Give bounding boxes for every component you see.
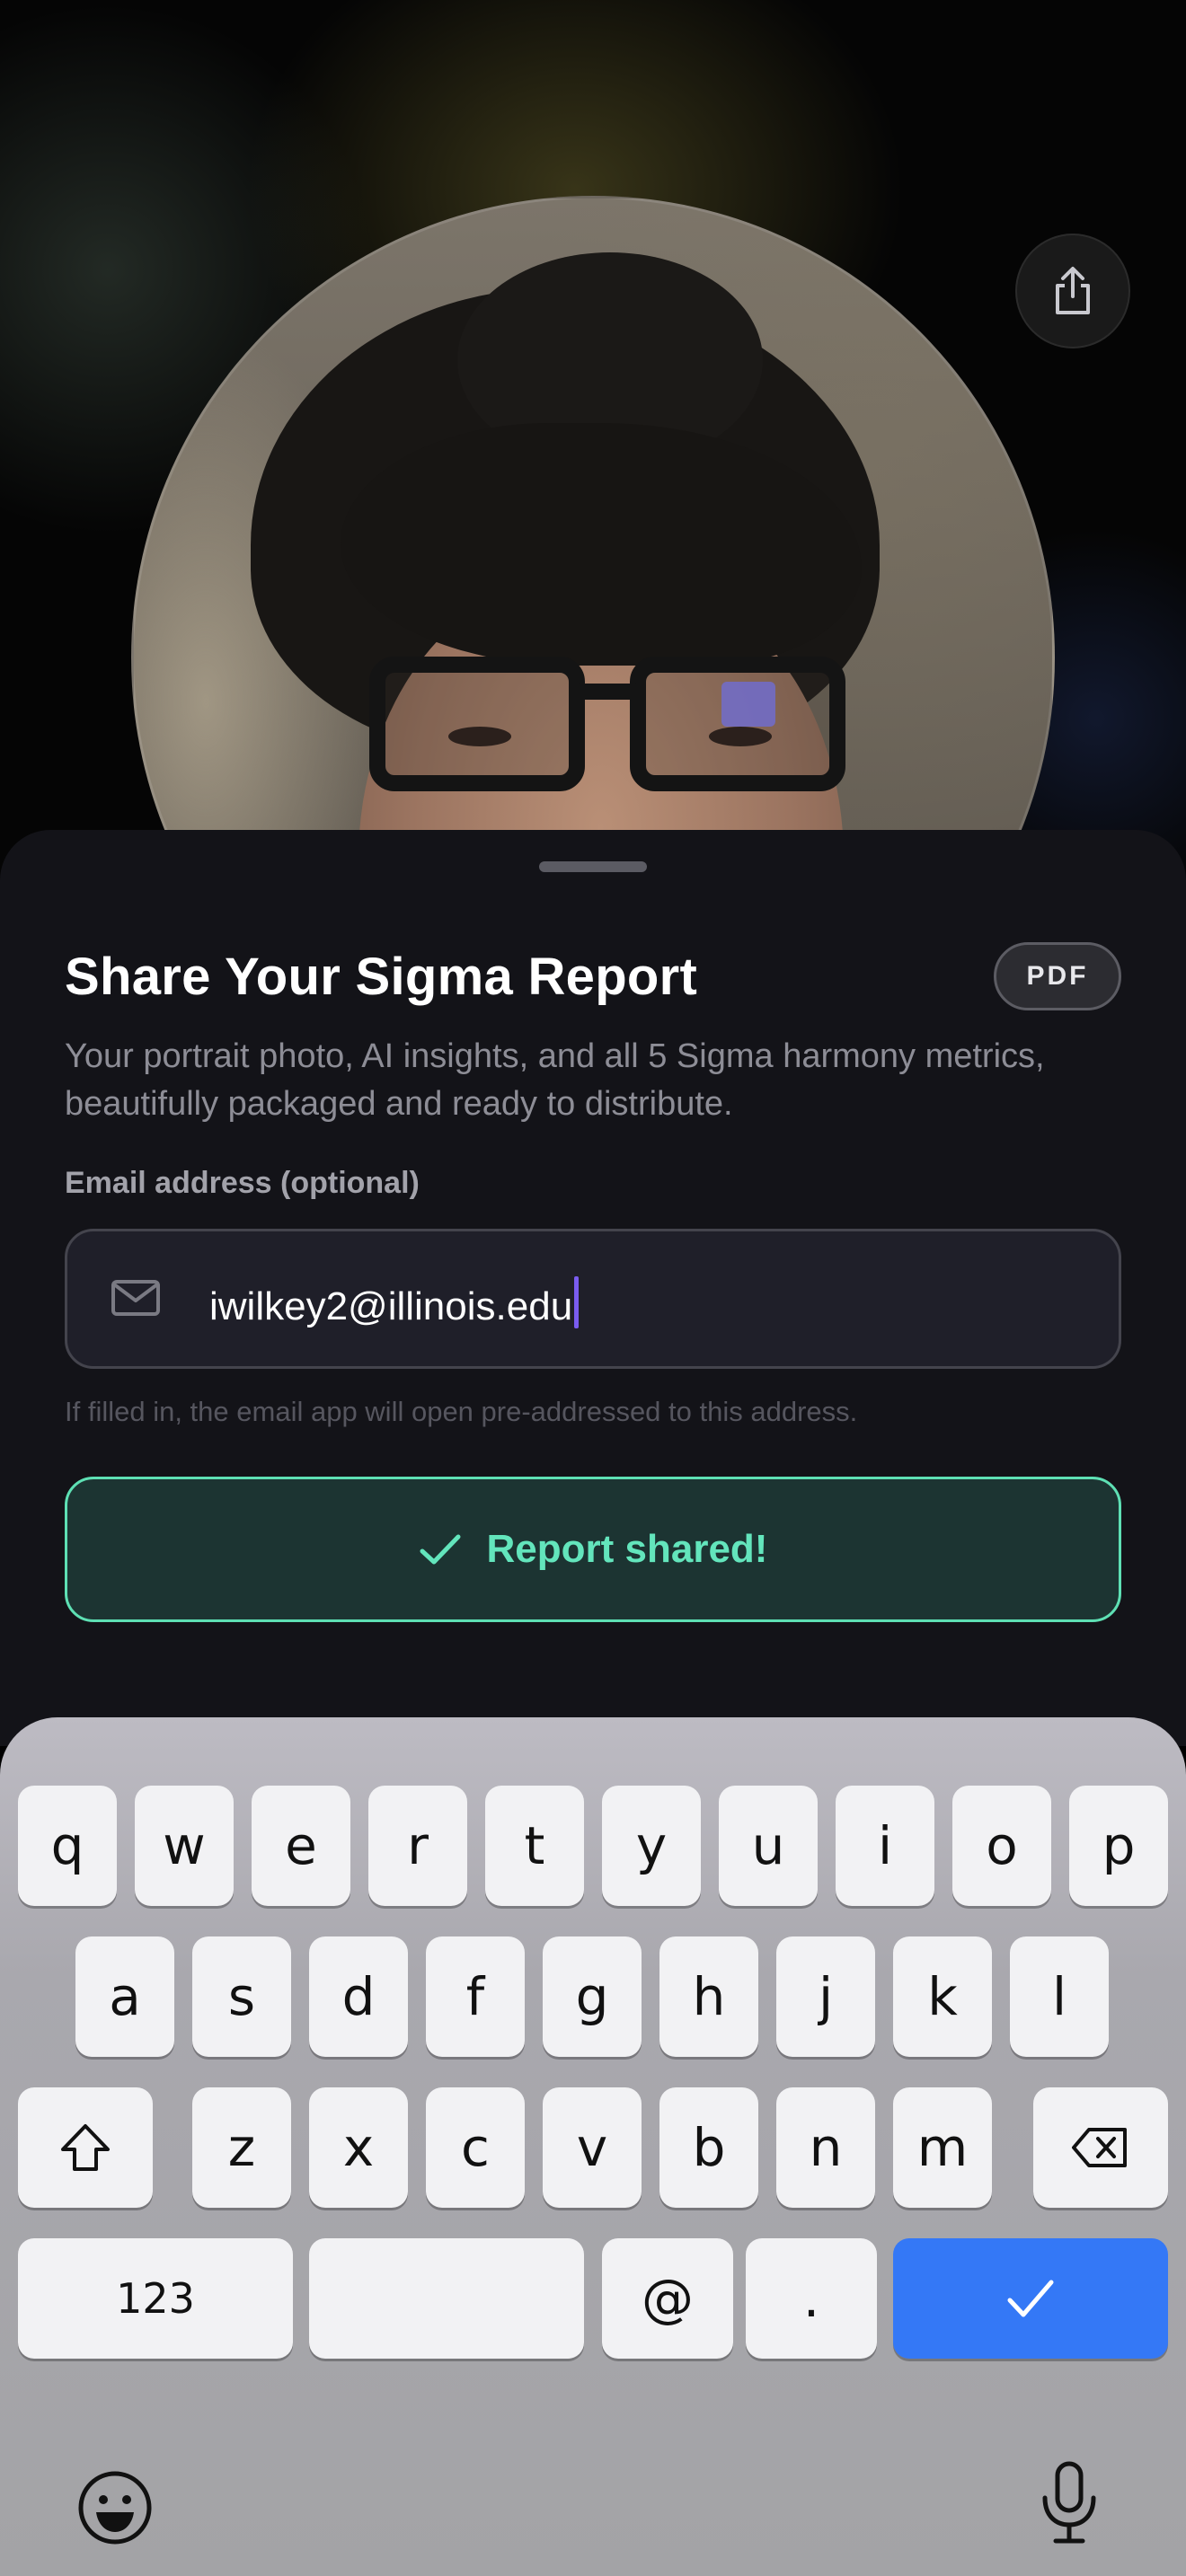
email-field[interactable]: iwilkey2@illinois.edu bbox=[65, 1229, 1121, 1369]
key-h[interactable]: h bbox=[659, 1936, 758, 2057]
email-label: Email address (optional) bbox=[65, 1166, 420, 1200]
key-o[interactable]: o bbox=[952, 1786, 1051, 1906]
email-hint: If filled in, the email app will open pr… bbox=[65, 1396, 858, 1427]
key-c[interactable]: c bbox=[426, 2087, 525, 2208]
microphone-icon bbox=[1042, 2461, 1096, 2544]
text-caret bbox=[574, 1276, 580, 1328]
key-r[interactable]: r bbox=[368, 1786, 467, 1906]
key-p[interactable]: p bbox=[1069, 1786, 1168, 1906]
space-key[interactable] bbox=[309, 2238, 584, 2359]
key-y[interactable]: y bbox=[602, 1786, 701, 1906]
delete-key[interactable] bbox=[1033, 2087, 1168, 2208]
report-shared-button[interactable]: Report shared! bbox=[65, 1477, 1121, 1622]
backspace-icon bbox=[1072, 2128, 1127, 2167]
shift-key[interactable] bbox=[18, 2087, 153, 2208]
key-k[interactable]: k bbox=[893, 1936, 992, 2057]
key-b[interactable]: b bbox=[659, 2087, 758, 2208]
key-i[interactable]: i bbox=[836, 1786, 934, 1906]
shift-icon bbox=[61, 2124, 110, 2171]
key-t[interactable]: t bbox=[485, 1786, 584, 1906]
key-j[interactable]: j bbox=[776, 1936, 875, 2057]
dot-key[interactable]: . bbox=[746, 2238, 877, 2359]
key-d[interactable]: d bbox=[309, 1936, 408, 2057]
mail-icon bbox=[111, 1280, 160, 1316]
checkmark-icon bbox=[1007, 2280, 1054, 2317]
sheet-description: Your portrait photo, AI insights, and al… bbox=[65, 1037, 1045, 1123]
key-n[interactable]: n bbox=[776, 2087, 875, 2208]
key-x[interactable]: x bbox=[309, 2087, 408, 2208]
key-q[interactable]: q bbox=[18, 1786, 117, 1906]
email-input-value: iwilkey2@illinois.edu bbox=[209, 1284, 573, 1328]
key-l[interactable]: l bbox=[1010, 1936, 1109, 2057]
emoji-icon bbox=[78, 2471, 152, 2545]
report-shared-label: Report shared! bbox=[486, 1527, 768, 1571]
key-u[interactable]: u bbox=[719, 1786, 818, 1906]
sheet-title: Share Your Sigma Report bbox=[65, 948, 698, 1006]
key-w[interactable]: w bbox=[135, 1786, 234, 1906]
key-s[interactable]: s bbox=[192, 1936, 291, 2057]
key-a[interactable]: a bbox=[75, 1936, 174, 2057]
emoji-button[interactable] bbox=[70, 2463, 160, 2553]
glasses bbox=[369, 657, 845, 800]
key-g[interactable]: g bbox=[543, 1936, 642, 2057]
return-key[interactable] bbox=[893, 2238, 1168, 2359]
key-f[interactable]: f bbox=[426, 1936, 525, 2057]
share-button[interactable] bbox=[1015, 234, 1130, 348]
at-key[interactable]: @ bbox=[602, 2238, 733, 2359]
pdf-badge: PDF bbox=[994, 942, 1121, 1010]
key-z[interactable]: z bbox=[192, 2087, 291, 2208]
share-sheet: Share Your Sigma Report PDF Your portrai… bbox=[0, 830, 1186, 1746]
key-e[interactable]: e bbox=[252, 1786, 350, 1906]
share-icon bbox=[1056, 267, 1090, 314]
numbers-key[interactable]: 123 bbox=[18, 2238, 293, 2359]
sheet-grabber[interactable] bbox=[539, 861, 647, 872]
dictation-button[interactable] bbox=[1024, 2454, 1114, 2553]
checkmark-icon bbox=[420, 1534, 461, 1565]
key-m[interactable]: m bbox=[893, 2087, 992, 2208]
key-v[interactable]: v bbox=[543, 2087, 642, 2208]
keyboard: q w e r t y u i o p a s d f g h j k l z … bbox=[0, 1717, 1186, 2576]
